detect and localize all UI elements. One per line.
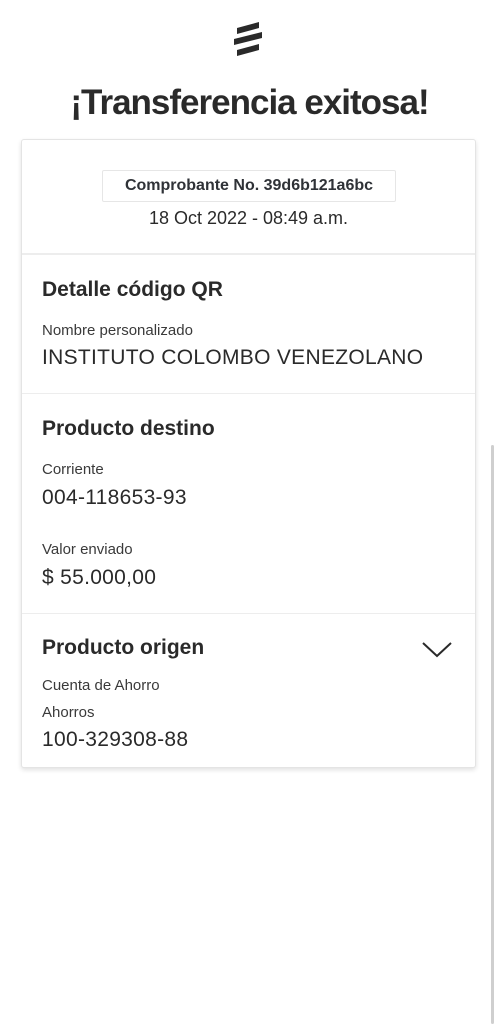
receipt-header: Comprobante No. 39d6b121a6bc 18 Oct 2022… <box>22 140 475 255</box>
custom-name-value: INSTITUTO COLOMBO VENEZOLANO <box>42 346 424 369</box>
receipt-number: Comprobante No. 39d6b121a6bc <box>102 170 396 202</box>
destination-account-number: 004-118653-93 <box>42 486 187 509</box>
transfer-receipt-card: Comprobante No. 39d6b121a6bc 18 Oct 2022… <box>21 139 476 768</box>
section-divider <box>22 613 475 614</box>
chevron-down-icon[interactable] <box>420 638 454 660</box>
receipt-date: 18 Oct 2022 - 08:49 a.m. <box>148 208 349 228</box>
amount-sent-value: $ 55.000,00 <box>42 566 157 589</box>
bank-logo-icon <box>234 22 262 56</box>
scrollbar[interactable] <box>491 445 494 1024</box>
amount-sent-label: Valor enviado <box>42 541 133 558</box>
section-divider <box>22 393 475 394</box>
origin-account-number: 100-329308-88 <box>42 728 189 751</box>
page-title: ¡Transferencia exitosa! <box>70 83 429 122</box>
origin-product-title: Producto origen <box>42 636 205 659</box>
destination-product-title: Producto destino <box>42 417 215 440</box>
custom-name-label: Nombre personalizado <box>42 322 193 339</box>
origin-account-name: Cuenta de Ahorro <box>42 677 160 694</box>
qr-detail-title: Detalle código QR <box>42 278 223 301</box>
origin-account-type: Ahorros <box>42 704 95 721</box>
destination-account-type: Corriente <box>42 461 104 478</box>
